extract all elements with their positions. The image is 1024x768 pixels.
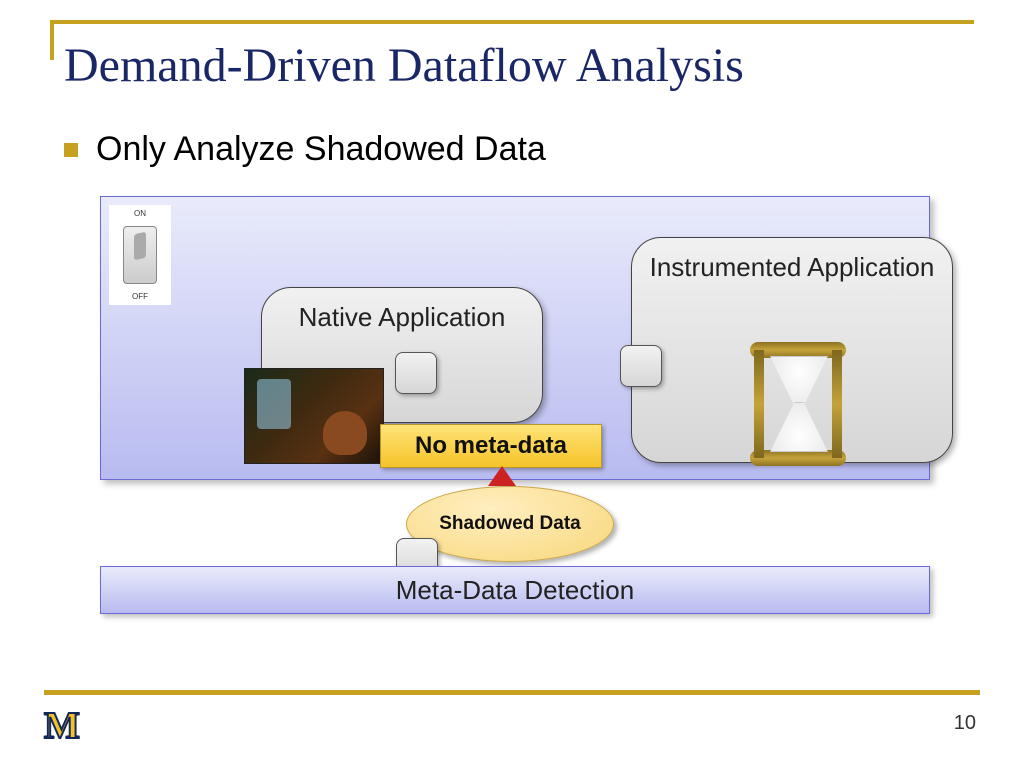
meta-data-detection-bar: Meta-Data Detection: [100, 566, 930, 614]
footer-rule: [44, 690, 980, 695]
hourglass-icon: [750, 342, 846, 466]
switch-on-label: ON: [134, 209, 146, 218]
slide-title: Demand-Driven Dataflow Analysis: [64, 38, 744, 93]
bullet-row: Only Analyze Shadowed Data: [64, 130, 546, 169]
game-screenshot-icon: [244, 368, 384, 464]
switch-off-label: OFF: [132, 292, 148, 301]
michigan-logo: M: [44, 704, 76, 748]
slide: Demand-Driven Dataflow Analysis Only Ana…: [0, 0, 1024, 768]
small-box-center: [395, 352, 437, 394]
on-off-switch-icon: ON OFF: [109, 205, 171, 305]
title-corner-rule: [50, 20, 974, 26]
callout-arrow-icon: [488, 466, 516, 486]
no-metadata-label: No meta-data: [380, 424, 602, 468]
bullet-text: Only Analyze Shadowed Data: [96, 130, 546, 169]
bullet-square-icon: [64, 143, 78, 157]
page-number: 10: [954, 712, 976, 735]
switch-lever-icon: [123, 226, 157, 284]
small-box-right: [620, 345, 662, 387]
